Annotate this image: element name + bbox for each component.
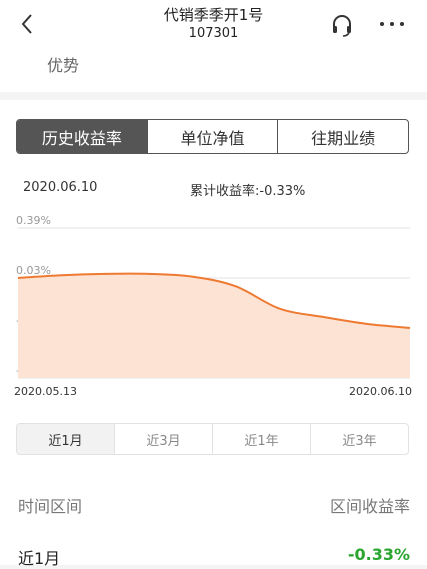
column-header-period: 时间区间 (18, 497, 83, 516)
period-3-months[interactable]: 近3月 (115, 424, 213, 454)
performance-panel: 历史收益率 单位净值 往期业绩 2020.06.10 累计收益率:-0.33% … (0, 100, 427, 568)
period-1-year[interactable]: 近1年 (213, 424, 311, 454)
period-1-month[interactable]: 近1月 (17, 424, 115, 454)
period-selector: 近1月 近3月 近1年 近3年 (16, 423, 409, 455)
y-tick-label: 0.39% (16, 214, 51, 227)
period-3-years[interactable]: 近3年 (311, 424, 408, 454)
tab-unit-nav[interactable]: 单位净值 (148, 120, 279, 153)
y-tick-label: 0.03% (16, 264, 51, 277)
page-title: 代销季季开1号 (163, 6, 264, 24)
tab-past-performance[interactable]: 往期业绩 (278, 120, 408, 153)
advantage-label: 优势 (47, 56, 80, 75)
x-tick-label: 2020.06.10 (349, 385, 412, 398)
header-bar: 代销季季开1号 107301 (0, 0, 427, 50)
tab-historical-return[interactable]: 历史收益率 (17, 120, 148, 153)
chart-tabs: 历史收益率 单位净值 往期业绩 (16, 119, 409, 154)
selected-date: 2020.06.10 (23, 180, 98, 195)
column-header-return: 区间收益率 (329, 497, 410, 516)
page-subtitle: 107301 (188, 26, 239, 41)
more-icon[interactable] (377, 12, 407, 36)
return-chart[interactable]: 0.39%0.03%-0.33%-0.69%2020.05.132020.06.… (0, 210, 427, 405)
row-return: -0.33% (347, 545, 410, 564)
headset-icon[interactable] (329, 12, 355, 38)
cumulative-return: 累计收益率:-0.33% (190, 184, 306, 199)
area-fill (18, 273, 410, 378)
advantage-section: 优势 (0, 50, 427, 92)
x-tick-label: 2020.05.13 (14, 385, 77, 398)
row-period: 近1月 (18, 549, 61, 568)
